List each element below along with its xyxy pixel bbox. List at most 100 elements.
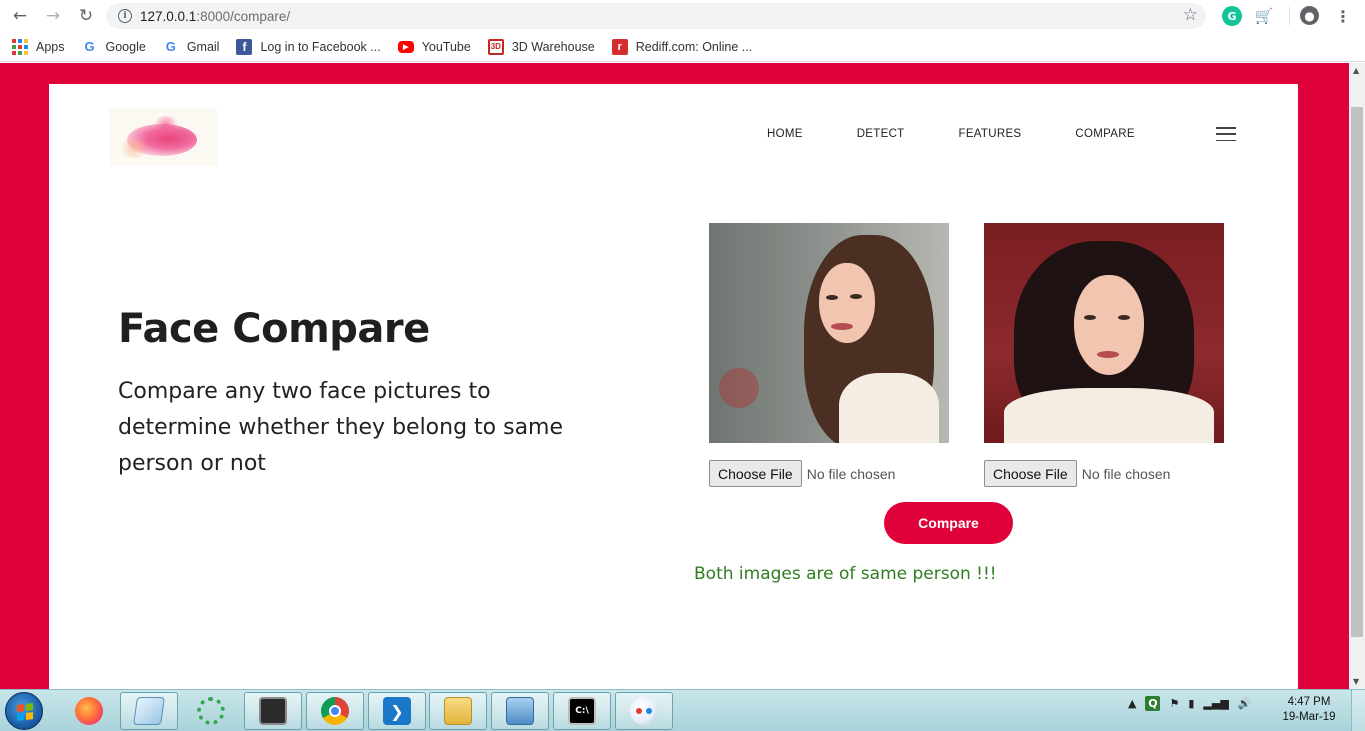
bookmark-star-icon[interactable]: ☆	[1183, 5, 1198, 25]
taskbar-clock[interactable]: 4:47 PM 19-Mar-19	[1278, 695, 1340, 725]
nav-home[interactable]: HOME	[767, 128, 803, 140]
file-input-1[interactable]: Choose File No file chosen	[709, 460, 895, 487]
file-status-text: No file chosen	[1081, 465, 1171, 482]
scroll-up-arrow-icon[interactable]: ▲	[1353, 66, 1359, 75]
paint-icon	[630, 697, 658, 725]
content-card: HOME DETECT FEATURES COMPARE Face Compar…	[49, 84, 1298, 689]
face-shape	[1074, 275, 1144, 375]
result-message: Both images are of same person !!!	[694, 564, 997, 584]
site-info-icon[interactable]: i	[118, 9, 132, 23]
bookmark-youtube[interactable]: ▶ YouTube	[397, 39, 471, 54]
firefox-icon	[75, 697, 103, 725]
scrollbar-thumb[interactable]	[1351, 107, 1363, 637]
bookmark-facebook[interactable]: f Log in to Facebook ...	[236, 38, 381, 55]
taskbar-chrome[interactable]	[306, 692, 364, 730]
compare-button[interactable]: Compare	[884, 502, 1013, 544]
grammarly-extension-icon[interactable]: G	[1222, 6, 1242, 26]
reload-icon[interactable]: ↻	[74, 4, 98, 28]
cart-extension-icon[interactable]: 🛒	[1254, 6, 1274, 26]
taskbar-terminal[interactable]	[244, 692, 302, 730]
bookmark-label: Apps	[36, 39, 65, 54]
eye-shape	[850, 294, 862, 299]
youtube-icon: ▶	[397, 40, 414, 53]
url-host: 127.0.0.1	[140, 8, 197, 24]
network-signal-icon[interactable]: ▂▄▆	[1203, 697, 1228, 710]
browser-toolbar: ← → ↻ i 127.0.0.1:8000/compare/ ☆ G 🛒 ● …	[0, 0, 1365, 32]
facebook-icon: f	[236, 38, 253, 55]
bookmark-gmail[interactable]: G Gmail	[163, 39, 220, 55]
nav-compare[interactable]: COMPARE	[1075, 128, 1134, 140]
address-bar[interactable]: i 127.0.0.1:8000/compare/ ☆	[106, 3, 1206, 29]
choose-file-button[interactable]: Choose File	[709, 460, 802, 487]
notepad-icon	[133, 697, 165, 725]
forward-arrow-icon[interactable]: →	[41, 4, 65, 28]
choose-file-button[interactable]: Choose File	[984, 460, 1077, 487]
volume-icon[interactable]: 🔊	[1238, 697, 1252, 710]
back-arrow-icon[interactable]: ←	[8, 4, 32, 28]
nav-detect[interactable]: DETECT	[857, 128, 905, 140]
google-icon: G	[165, 39, 176, 54]
bookmark-rediff[interactable]: r Rediff.com: Online ...	[611, 38, 753, 55]
eye-shape	[1118, 315, 1130, 320]
action-center-flag-icon[interactable]: ⚑	[1169, 697, 1179, 710]
bookmark-label: Gmail	[186, 39, 220, 54]
page-subtitle: Compare any two face pictures to determi…	[118, 379, 564, 476]
page-scrollbar[interactable]: ▲ ▼	[1349, 63, 1365, 689]
vscode-icon: ❯	[383, 697, 411, 725]
flower-shape	[719, 368, 759, 408]
bookmark-3d-warehouse[interactable]: 3D 3D Warehouse	[487, 38, 595, 55]
url-path: :8000/compare/	[196, 8, 291, 24]
page-title: Face Compare	[118, 306, 430, 352]
lip-shape	[1097, 351, 1119, 358]
lip-shape	[831, 323, 853, 330]
scroll-down-arrow-icon[interactable]: ▼	[1353, 677, 1359, 686]
bookmark-google[interactable]: G Google	[82, 39, 146, 55]
clock-date: 19-Mar-19	[1282, 711, 1336, 723]
warehouse-icon: 3D	[487, 38, 504, 55]
start-button[interactable]	[5, 692, 43, 730]
hamburger-menu-icon[interactable]	[1216, 127, 1236, 141]
nav-features[interactable]: FEATURES	[959, 128, 1022, 140]
taskbar-loading-app[interactable]	[182, 692, 240, 730]
main-navigation: HOME DETECT FEATURES COMPARE	[767, 128, 1189, 140]
taskbar-paint[interactable]	[615, 692, 673, 730]
bookmark-label: Google	[105, 39, 146, 54]
eye-shape	[826, 295, 838, 300]
loading-ring-icon	[197, 697, 225, 725]
tray-q-app-icon[interactable]: Q	[1145, 696, 1161, 711]
battery-icon[interactable]: ▮	[1188, 697, 1194, 710]
control-panel-icon	[506, 697, 534, 725]
bookmark-label: YouTube	[421, 39, 471, 54]
logo-splash	[153, 116, 179, 134]
file-input-2[interactable]: Choose File No file chosen	[984, 460, 1170, 487]
browser-menu-icon[interactable]: ⋮	[1333, 6, 1353, 26]
clothing-shape	[839, 373, 939, 443]
profile-avatar-icon[interactable]: ●	[1300, 6, 1319, 25]
file-explorer-icon	[444, 697, 472, 725]
bookmark-label: Rediff.com: Online ...	[635, 39, 753, 54]
face-image-2	[984, 223, 1224, 443]
apps-icon	[12, 38, 28, 55]
taskbar-file-explorer[interactable]	[429, 692, 487, 730]
file-status-text: No file chosen	[806, 465, 896, 482]
system-tray: ▲ Q ⚑ ▮ ▂▄▆ 🔊	[1128, 696, 1261, 711]
windows-taskbar: ❯ C:\ ▲ Q ⚑ ▮ ▂▄▆ 🔊 4:47 PM 19-Mar-19	[0, 689, 1365, 731]
taskbar-control-panel[interactable]	[491, 692, 549, 730]
bookmark-label: Log in to Facebook ...	[260, 39, 381, 54]
taskbar-vscode[interactable]: ❯	[368, 692, 426, 730]
bookmark-apps[interactable]: Apps	[12, 38, 65, 55]
eye-shape	[1084, 315, 1096, 320]
bookmarks-bar: Apps G Google G Gmail f Log in to Facebo…	[0, 32, 1365, 62]
tray-expand-arrow-icon[interactable]: ▲	[1128, 697, 1136, 710]
address-url[interactable]: 127.0.0.1:8000/compare/	[140, 9, 290, 24]
taskbar-notepad[interactable]	[120, 692, 178, 730]
taskbar-cmd[interactable]: C:\	[553, 692, 611, 730]
chrome-icon	[321, 697, 349, 725]
site-logo[interactable]	[109, 108, 217, 166]
rediff-icon: r	[611, 38, 628, 55]
google-icon: G	[84, 39, 95, 54]
face-image-1	[709, 223, 949, 443]
bookmark-label: 3D Warehouse	[511, 39, 595, 54]
show-desktop-button[interactable]	[1351, 690, 1365, 731]
taskbar-firefox[interactable]	[60, 692, 118, 730]
